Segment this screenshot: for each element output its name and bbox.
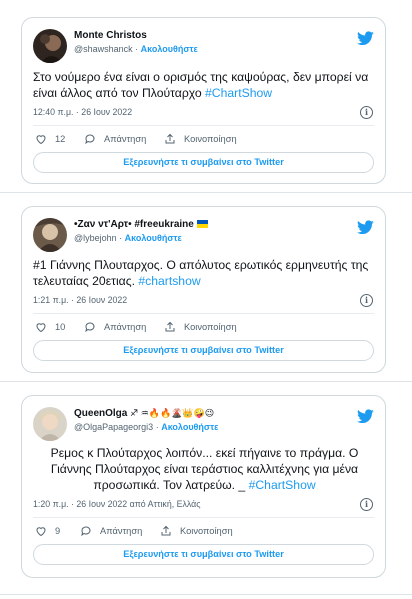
tweet-card[interactable]: Monte Christos @shawshanck · Ακολουθήστε… <box>21 17 386 184</box>
share-icon <box>165 133 175 144</box>
author-handle[interactable]: @OlgaPapageorgi3 <box>74 422 153 432</box>
heart-icon <box>36 323 46 333</box>
tweet-timestamp[interactable]: 1:21 π.μ. · 26 Ιουν 2022 <box>33 295 127 305</box>
reply-label: Απάντηση <box>104 322 147 332</box>
like-action[interactable]: 12 <box>35 133 65 145</box>
name-emoji: ♐ ♒🔥🔥🌋👑🤪😉 <box>130 408 215 418</box>
like-action[interactable]: 9 <box>35 525 60 537</box>
tweet-card[interactable]: •Ζαν ντ'Αρτ• #freeukraine @lybejohn · Ακ… <box>21 206 386 373</box>
like-action[interactable]: 10 <box>35 321 65 333</box>
author-name[interactable]: QueenOlga ♐ ♒🔥🔥🌋👑🤪😉 <box>74 408 214 419</box>
like-count: 10 <box>55 322 66 332</box>
avatar[interactable] <box>33 29 67 63</box>
author-name[interactable]: •Ζαν ντ'Αρτ• #freeukraine <box>74 219 208 230</box>
explore-twitter-button[interactable]: Εξερευνήστε τι συμβαίνει στο Twitter <box>33 544 374 565</box>
author-handle[interactable]: @lybejohn <box>74 233 117 243</box>
action-bar: 10 Απάντηση Κοινοποίηση <box>35 321 375 335</box>
reply-action[interactable]: Απάντηση <box>84 321 146 333</box>
hashtag-link[interactable]: #ChartShow <box>205 86 272 100</box>
share-icon <box>161 525 171 536</box>
divider <box>33 313 374 314</box>
follow-button[interactable]: Ακολουθήστε <box>161 422 218 432</box>
divider <box>33 517 374 518</box>
author-name[interactable]: Monte Christos <box>74 30 147 41</box>
twitter-bird-icon[interactable] <box>357 409 374 424</box>
heart-icon <box>36 135 46 145</box>
reply-label: Απάντηση <box>100 526 143 536</box>
share-label: Κοινοποίηση <box>184 322 237 332</box>
tweet-text-body: Στο νούμερο ένα είναι ο ορισμός της καψο… <box>33 70 369 100</box>
section-divider <box>0 192 412 193</box>
like-count: 12 <box>55 134 66 144</box>
ukraine-flag-icon <box>196 220 208 228</box>
action-bar: 12 Απάντηση Κοινοποίηση <box>35 133 375 147</box>
follow-button[interactable]: Ακολουθήστε <box>125 233 182 243</box>
tweet-card[interactable]: QueenOlga ♐ ♒🔥🔥🌋👑🤪😉 @OlgaPapageorgi3 · Α… <box>21 395 386 578</box>
reply-icon <box>85 134 95 145</box>
hashtag-link[interactable]: #ChartShow <box>249 478 316 492</box>
avatar[interactable] <box>33 218 67 252</box>
reply-action[interactable]: Απάντηση <box>84 133 146 145</box>
author-name-text: •Ζαν ντ'Αρτ• #freeukraine <box>74 219 194 230</box>
share-action[interactable]: Κοινοποίηση <box>164 133 237 145</box>
reply-icon <box>81 526 91 537</box>
share-action[interactable]: Κοινοποίηση <box>160 525 233 537</box>
info-icon[interactable]: i <box>360 498 373 511</box>
author-name-text: QueenOlga <box>74 408 128 419</box>
section-divider <box>0 594 412 595</box>
share-icon <box>165 321 175 332</box>
author-handle[interactable]: @shawshanck <box>74 44 133 54</box>
share-label: Κοινοποίηση <box>180 526 233 536</box>
tweet-timestamp[interactable]: 12:40 π.μ. · 26 Ιουν 2022 <box>33 107 132 117</box>
hashtag-link[interactable]: #chartshow <box>138 274 200 288</box>
heart-icon <box>36 527 46 537</box>
reply-icon <box>85 322 95 333</box>
divider <box>33 125 374 126</box>
like-count: 9 <box>55 526 61 536</box>
share-label: Κοινοποίηση <box>184 134 237 144</box>
follow-button[interactable]: Ακολουθήστε <box>141 44 198 54</box>
explore-twitter-button[interactable]: Εξερευνήστε τι συμβαίνει στο Twitter <box>33 152 374 173</box>
author-handle-row: @OlgaPapageorgi3 · Ακολουθήστε <box>74 422 219 432</box>
action-bar: 9 Απάντηση Κοινοποίηση <box>35 525 375 539</box>
info-icon[interactable]: i <box>360 294 373 307</box>
avatar[interactable] <box>33 407 67 441</box>
reply-label: Απάντηση <box>104 134 147 144</box>
share-action[interactable]: Κοινοποίηση <box>164 321 237 333</box>
reply-action[interactable]: Απάντηση <box>80 525 142 537</box>
twitter-bird-icon[interactable] <box>357 220 374 235</box>
twitter-bird-icon[interactable] <box>357 31 374 46</box>
info-icon[interactable]: i <box>360 106 373 119</box>
tweet-timestamp[interactable]: 1:20 π.μ. · 26 Ιουν 2022 από Αττική, Ελλ… <box>33 499 200 509</box>
tweet-text: Στο νούμερο ένα είναι ο ορισμός της καψο… <box>33 69 375 101</box>
tweet-text: #1 Γιάννης Πλουταρχος. Ο απόλυτος ερωτικ… <box>33 257 375 289</box>
tweet-text: Ρεμος κ Πλούταρχος λοιπόν... εκεί πήγαιν… <box>30 445 379 493</box>
section-divider <box>0 381 412 382</box>
author-handle-row: @lybejohn · Ακολουθήστε <box>74 233 182 243</box>
author-handle-row: @shawshanck · Ακολουθήστε <box>74 44 198 54</box>
explore-twitter-button[interactable]: Εξερευνήστε τι συμβαίνει στο Twitter <box>33 340 374 361</box>
